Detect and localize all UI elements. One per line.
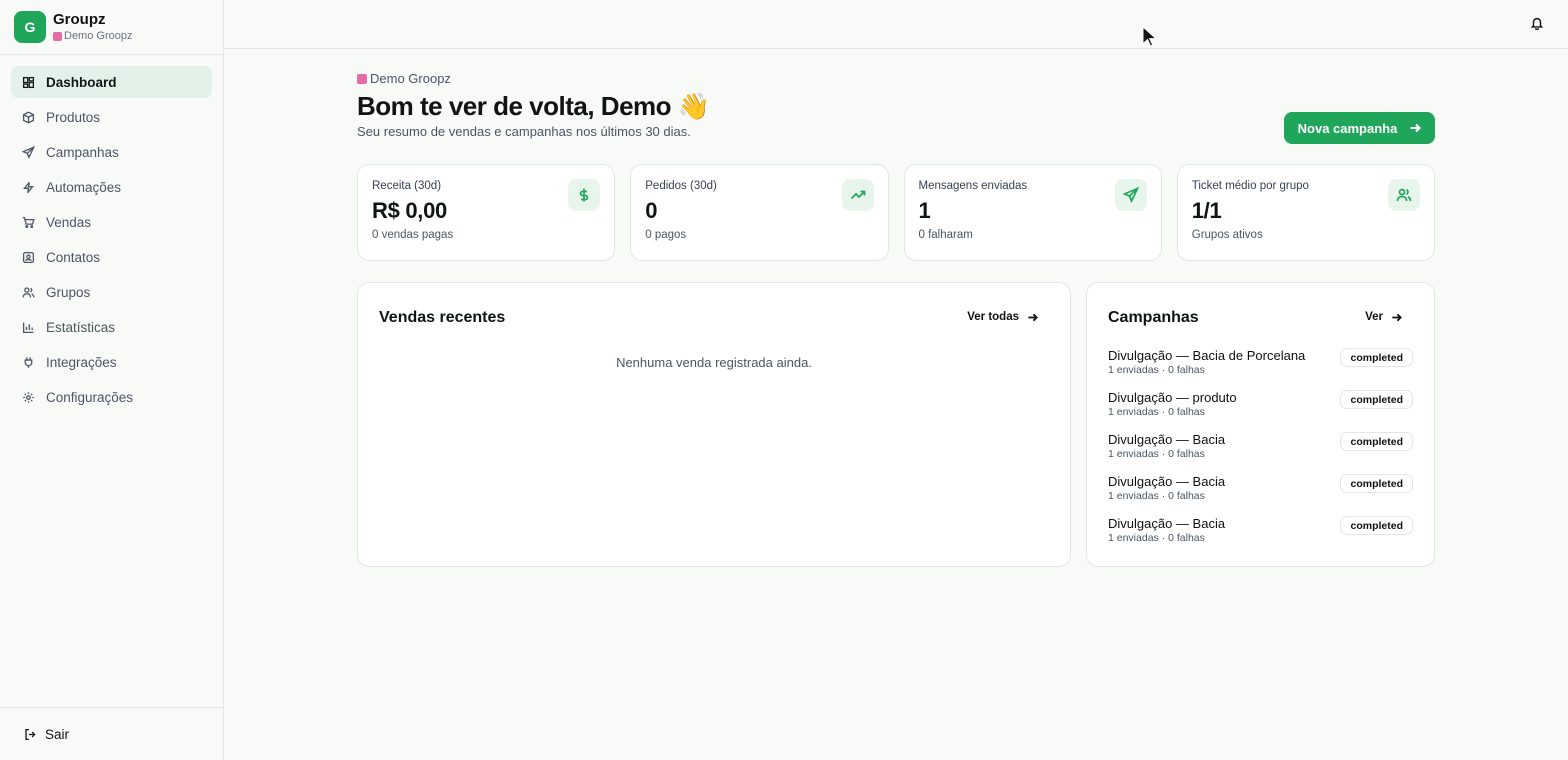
status-badge: completed	[1340, 348, 1413, 367]
stat-card-messages: Mensagens enviadas 1 0 falharam	[903, 164, 1162, 261]
page-title: Bom te ver de volta, Demo 👋	[357, 91, 710, 121]
sidebar-item-label: Configurações	[46, 389, 134, 405]
brand-text: Groupz Demo Groopz	[53, 11, 132, 43]
status-badge: completed	[1340, 474, 1413, 493]
view-label: Ver	[1365, 311, 1383, 323]
brand[interactable]: G Groupz Demo Groopz	[0, 0, 223, 55]
sidebar-item-label: Produtos	[46, 109, 101, 125]
status-badge: completed	[1340, 432, 1413, 451]
brand-name: Groupz	[53, 11, 106, 28]
workspace-label: Demo Groopz	[64, 30, 133, 42]
stat-label: Ticket médio por grupo	[1191, 180, 1309, 192]
send-icon	[1114, 179, 1147, 211]
users-icon	[22, 286, 35, 297]
view-all-label: Ver todas	[967, 311, 1019, 323]
shopping-bag-icon	[357, 73, 367, 84]
send-icon	[22, 145, 35, 159]
notifications-button[interactable]	[1530, 16, 1546, 32]
sidebar-item-contatos[interactable]: Contatos	[11, 241, 212, 273]
bell-icon	[1530, 17, 1544, 31]
sidebar-item-dashboard[interactable]: Dashboard	[11, 66, 212, 98]
sidebar: G Groupz Demo Groopz Dashboard Produtos …	[0, 0, 224, 760]
logout-button[interactable]: Sair	[0, 707, 223, 760]
gear-icon	[23, 391, 34, 403]
new-campaign-button[interactable]: Nova campanha	[1284, 112, 1435, 144]
stat-value: 0	[645, 198, 658, 223]
bar-chart-icon	[22, 322, 34, 333]
sidebar-item-vendas[interactable]: Vendas	[11, 206, 212, 238]
sidebar-item-label: Integrações	[46, 354, 117, 370]
stat-value: 1/1	[1191, 198, 1222, 223]
sidebar-item-integracoes[interactable]: Integrações	[11, 346, 212, 378]
sidebar-item-label: Dashboard	[46, 74, 117, 90]
campaigns-title: Campanhas	[1108, 309, 1199, 326]
recent-sales-panel: Vendas recentes Ver todas Nenhuma venda …	[357, 282, 1071, 567]
bolt-icon	[23, 181, 34, 193]
stat-label: Pedidos (30d)	[645, 180, 717, 192]
stat-label: Mensagens enviadas	[918, 180, 1028, 192]
stat-value: R$ 0,00	[372, 198, 447, 223]
sidebar-item-estatisticas[interactable]: Estatísticas	[11, 311, 212, 343]
status-badge: completed	[1340, 516, 1413, 535]
new-campaign-label: Nova campanha	[1297, 120, 1398, 136]
stat-sub: 0 falharam	[918, 229, 973, 241]
topbar	[224, 0, 1568, 49]
stat-value: 1	[918, 198, 931, 223]
list-item[interactable]: Divulgação — Bacia 1 enviadas · 0 falhas…	[1108, 474, 1413, 516]
sidebar-item-label: Campanhas	[46, 144, 119, 160]
sidebar-item-grupos[interactable]: Grupos	[11, 276, 212, 308]
eyebrow-label: Demo Groopz	[370, 71, 451, 86]
stat-sub: Grupos ativos	[1191, 229, 1263, 241]
logo: G	[14, 11, 46, 43]
dashboard-icon	[22, 76, 35, 88]
trending-up-icon	[841, 179, 874, 211]
mouse-cursor-icon	[1142, 26, 1156, 47]
list-item[interactable]: Divulgação — Bacia 1 enviadas · 0 falhas…	[1108, 432, 1413, 474]
plug-icon	[24, 356, 33, 368]
cart-icon	[22, 216, 35, 228]
status-badge: completed	[1340, 390, 1413, 409]
sidebar-item-configuracoes[interactable]: Configurações	[11, 381, 212, 413]
dollar-icon	[568, 179, 601, 211]
campaigns-panel: Campanhas Ver Divulgação — Bacia de Porc…	[1086, 282, 1435, 567]
list-item[interactable]: Divulgação — produto 1 enviadas · 0 falh…	[1108, 390, 1413, 432]
sidebar-nav: Dashboard Produtos Campanhas Automações …	[0, 55, 223, 413]
sidebar-item-label: Grupos	[46, 284, 91, 300]
contact-icon	[22, 251, 35, 263]
sidebar-item-produtos[interactable]: Produtos	[11, 101, 212, 133]
stats-row: Receita (30d) R$ 0,00 0 vendas pagas Ped…	[357, 164, 1435, 261]
recent-sales-title: Vendas recentes	[379, 309, 506, 326]
view-campaigns-link[interactable]: Ver	[1365, 311, 1402, 323]
stat-sub: 0 pagos	[645, 229, 687, 241]
box-icon	[22, 110, 35, 124]
workspace-name: Demo Groopz	[53, 29, 132, 43]
stat-label: Receita (30d)	[372, 180, 442, 192]
stat-card-revenue: Receita (30d) R$ 0,00 0 vendas pagas	[357, 164, 616, 261]
shopping-bag-icon	[53, 31, 62, 41]
sidebar-item-label: Estatísticas	[46, 319, 116, 335]
page-subtitle: Seu resumo de vendas e campanhas nos últ…	[357, 124, 691, 139]
stat-sub: 0 vendas pagas	[372, 229, 454, 241]
logout-label: Sair	[45, 726, 70, 742]
users-icon	[1388, 179, 1420, 211]
campaign-list: Divulgação — Bacia de Porcelana 1 enviad…	[1108, 348, 1413, 558]
workspace-eyebrow: Demo Groopz	[357, 70, 1435, 87]
stat-card-orders: Pedidos (30d) 0 0 pagos	[630, 164, 889, 261]
arrow-right-icon	[1392, 313, 1402, 321]
view-all-sales-link[interactable]: Ver todas	[967, 311, 1038, 323]
logout-icon	[25, 728, 36, 740]
empty-sales-message: Nenhuma venda registrada ainda.	[616, 355, 812, 370]
sidebar-item-campanhas[interactable]: Campanhas	[11, 136, 212, 168]
sidebar-item-label: Contatos	[46, 249, 101, 265]
panels-row: Vendas recentes Ver todas Nenhuma venda …	[357, 282, 1435, 567]
arrow-right-icon	[1410, 123, 1422, 133]
arrow-right-icon	[1028, 313, 1038, 321]
sidebar-item-label: Vendas	[46, 214, 92, 230]
list-item[interactable]: Divulgação — Bacia 1 enviadas · 0 falhas…	[1108, 516, 1413, 558]
sidebar-item-automacoes[interactable]: Automações	[11, 171, 212, 203]
main-content: Demo Groopz Bom te ver de volta, Demo 👋 …	[357, 70, 1435, 567]
stat-card-ticket: Ticket médio por grupo 1/1 Grupos ativos	[1176, 164, 1435, 261]
list-item[interactable]: Divulgação — Bacia de Porcelana 1 enviad…	[1108, 348, 1413, 390]
sidebar-item-label: Automações	[46, 179, 122, 195]
